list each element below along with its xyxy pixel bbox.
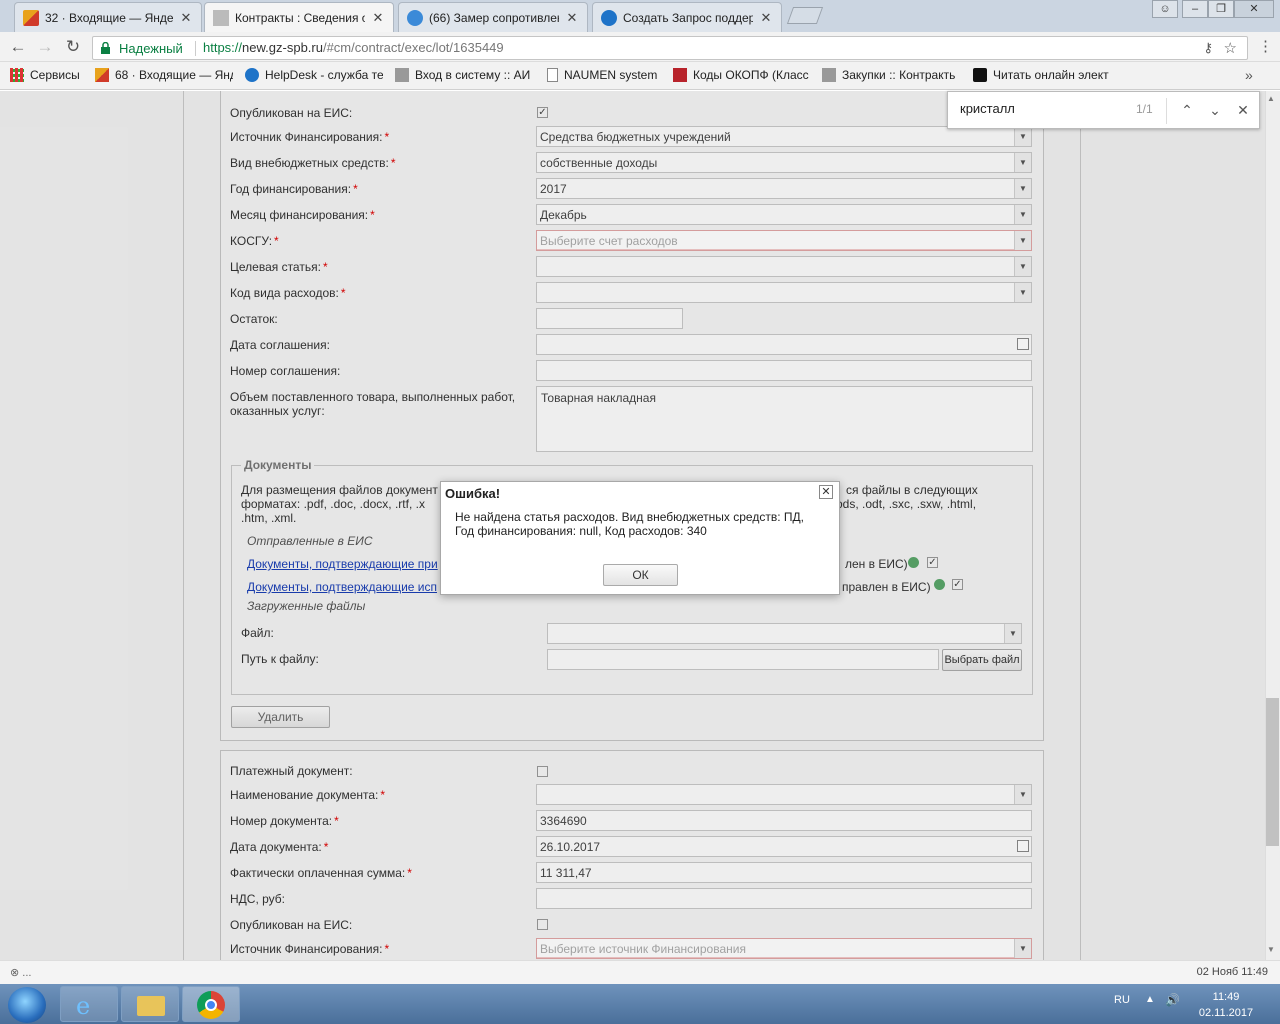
menu-icon[interactable]: ⋮ — [1258, 37, 1273, 55]
ie-icon: e — [76, 992, 91, 1020]
page-icon — [547, 68, 558, 82]
find-divider — [1166, 98, 1167, 124]
tab-title: 32 · Входящие — Яндекс — [45, 10, 173, 25]
dialog-title: Ошибка! — [445, 486, 501, 501]
tab-measure[interactable]: (66) Замер сопротивлен ✕ — [398, 2, 588, 32]
tab-contracts[interactable]: Контракты : Сведения о ✕ — [204, 2, 394, 32]
globe-icon — [407, 9, 423, 26]
chevron-down-icon[interactable]: ⌄ — [1206, 100, 1224, 120]
tab-title: (66) Замер сопротивлен — [429, 10, 559, 25]
chrome-icon — [197, 991, 225, 1019]
help-icon — [601, 9, 617, 26]
url-scheme: https:// — [203, 40, 243, 55]
browser-toolbar: ← → ↻ Надежный https://new.gz-spb.ru/#cm… — [0, 32, 1280, 62]
bookmark-label: Читать онлайн элект — [993, 68, 1109, 82]
scroll-down-icon[interactable]: ▼ — [1267, 945, 1275, 954]
red-square-icon — [673, 68, 687, 82]
bookmark-label: Закупки :: Контракть — [842, 68, 956, 82]
find-count: 1/1 — [1136, 102, 1153, 116]
close-icon[interactable]: ✕ — [1234, 100, 1252, 120]
tools-icon — [213, 9, 229, 26]
chevron-up-icon[interactable]: ⌃ — [1178, 100, 1196, 120]
bookmark-mail[interactable]: 68 · Входящие — Янд — [95, 68, 233, 82]
find-bar: кристалл 1/1 ⌃ ⌄ ✕ — [947, 91, 1260, 129]
url-path: /#cm/contract/exec/lot/1635449 — [322, 40, 504, 55]
close-icon[interactable]: ✕ — [179, 10, 193, 26]
bookmark-apps[interactable]: Сервисы — [10, 68, 88, 82]
bookmark-helpdesk[interactable]: HelpDesk - служба те — [245, 68, 383, 82]
star-icon[interactable]: ☆ — [1224, 39, 1237, 57]
url-divider — [195, 41, 196, 56]
status-bar: ⊗ ... 02 Нояб 11:49 — [0, 960, 1280, 984]
bookmark-label: Вход в систему :: АИ — [415, 68, 531, 82]
taskbar-explorer[interactable] — [121, 986, 179, 1022]
status-left: ⊗ ... — [10, 967, 32, 979]
minimize-button[interactable]: – — [1182, 0, 1208, 18]
error-dialog: Ошибка! ✕ Не найдена статья расходов. Ви… — [440, 481, 840, 595]
taskbar-chrome[interactable] — [182, 986, 240, 1022]
tab-support[interactable]: Создать Запрос поддерж ✕ — [592, 2, 782, 32]
lock-icon — [101, 42, 110, 54]
help-icon — [245, 68, 259, 82]
new-tab-button[interactable] — [786, 7, 824, 24]
tab-strip: 32 · Входящие — Яндекс ✕ Контракты : Све… — [0, 0, 1280, 32]
bookmark-label: Коды ОКОПФ (Класс — [693, 68, 809, 82]
bookmark-purchases[interactable]: Закупки :: Контракть — [822, 68, 962, 82]
find-input[interactable]: кристалл — [960, 101, 1015, 116]
bookmark-read[interactable]: Читать онлайн элект — [973, 68, 1111, 82]
bookmark-label: 68 · Входящие — Янд — [115, 68, 233, 82]
url-text[interactable]: https://new.gz-spb.ru/#cm/contract/exec/… — [203, 40, 504, 55]
close-icon[interactable]: ✕ — [759, 10, 773, 26]
back-button[interactable]: ← — [8, 37, 28, 57]
apps-icon — [10, 68, 24, 82]
scrollbar-thumb[interactable] — [1266, 698, 1279, 846]
clock[interactable]: 11:49 02.11.2017 — [1196, 989, 1256, 1021]
address-bar[interactable]: Надежный https://new.gz-spb.ru/#cm/contr… — [92, 36, 1248, 60]
volume-icon[interactable]: 🔊 — [1165, 993, 1180, 1007]
scroll-up-icon[interactable]: ▲ — [1267, 94, 1275, 103]
tools-icon — [395, 68, 409, 82]
bookmarks-bar: Сервисы 68 · Входящие — Янд HelpDesk - с… — [0, 62, 1280, 90]
window-close-button[interactable]: ✕ — [1234, 0, 1274, 18]
url-host: new.gz-spb.ru — [242, 40, 323, 55]
close-icon[interactable]: ✕ — [371, 10, 385, 26]
restore-button[interactable]: ❐ — [1208, 0, 1234, 18]
close-icon[interactable]: ✕ — [565, 10, 579, 26]
bookmark-login[interactable]: Вход в систему :: АИ — [395, 68, 533, 82]
bookmark-okopf[interactable]: Коды ОКОПФ (Класс — [673, 68, 811, 82]
close-icon[interactable]: ✕ — [819, 485, 833, 499]
tab-mail[interactable]: 32 · Входящие — Яндекс ✕ — [14, 2, 202, 32]
folder-icon — [137, 996, 165, 1016]
tab-title: Контракты : Сведения о — [235, 10, 365, 25]
secure-label: Надежный — [119, 41, 183, 56]
tab-title: Создать Запрос поддерж — [623, 10, 753, 25]
forward-button[interactable]: → — [35, 37, 55, 57]
taskbar-ie[interactable]: e — [60, 986, 118, 1022]
mail-icon — [23, 9, 39, 26]
taskbar: e RU ▲ 🔊 11:49 02.11.2017 — [0, 984, 1280, 1024]
mail-icon — [95, 68, 109, 82]
tools-icon — [822, 68, 836, 82]
key-icon[interactable]: ⚷ — [1203, 40, 1213, 56]
user-icon[interactable]: ☺ — [1152, 0, 1178, 18]
tray-expand-icon[interactable]: ▲ — [1145, 994, 1155, 1005]
bookmark-label: HelpDesk - служба те — [265, 68, 383, 82]
bookmark-label: Сервисы — [30, 68, 80, 82]
book-icon — [973, 68, 987, 82]
bookmark-label: NAUMEN system — [564, 68, 658, 82]
language-indicator[interactable]: RU — [1114, 994, 1130, 1006]
ok-button[interactable]: ОК — [603, 564, 678, 586]
dialog-message: Не найдена статья расходов. Вид внебюдже… — [455, 510, 804, 538]
bookmarks-more-button[interactable]: » — [1245, 67, 1253, 83]
status-right: 02 Нояб 11:49 — [1196, 966, 1268, 978]
reload-button[interactable]: ↻ — [63, 37, 83, 57]
start-button[interactable] — [8, 987, 46, 1023]
bookmark-naumen[interactable]: NAUMEN system — [547, 68, 663, 82]
